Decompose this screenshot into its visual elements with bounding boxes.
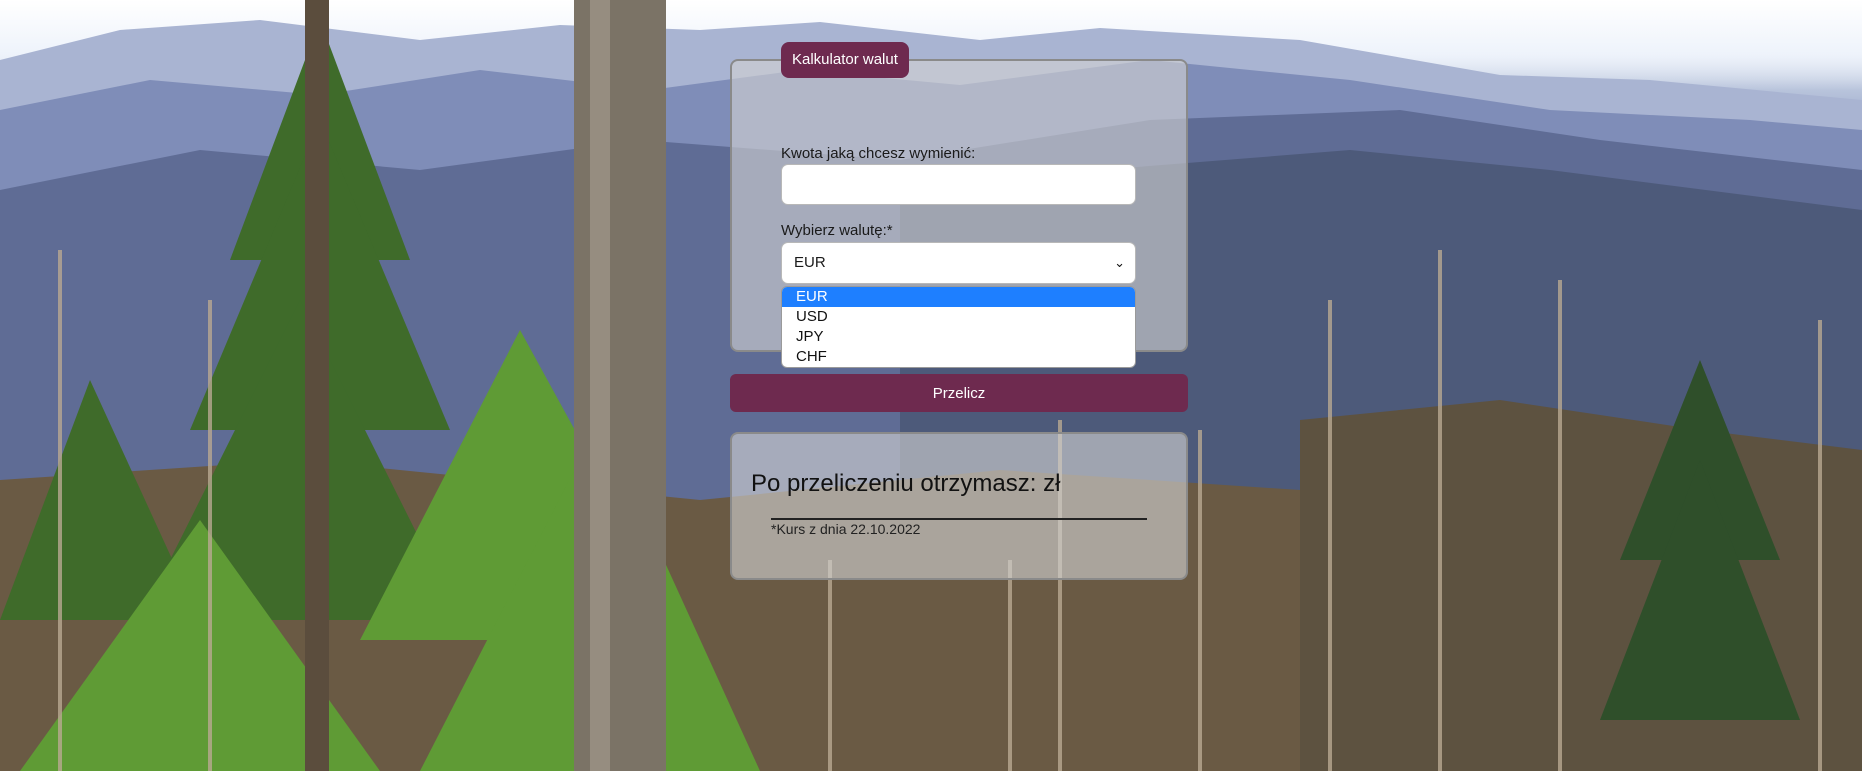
amount-input[interactable] — [781, 164, 1136, 205]
rate-note: *Kurs z dnia 22.10.2022 — [771, 521, 921, 537]
currency-label: Wybierz walutę:* — [781, 222, 893, 239]
currency-selected-value: EUR — [794, 254, 826, 271]
currency-option-eur[interactable]: EUR — [782, 287, 1135, 307]
app-title: Kalkulator walut — [781, 42, 909, 78]
currency-option-jpy[interactable]: JPY — [782, 327, 1135, 347]
result-panel — [730, 432, 1188, 580]
result-text: Po przeliczeniu otrzymasz: zł — [751, 470, 1061, 497]
currency-select[interactable]: EUR ⌄ — [781, 242, 1136, 284]
currency-option-chf[interactable]: CHF — [782, 347, 1135, 367]
background-landscape: Kalkulator walut Kwota jaką chcesz wymie… — [0, 0, 1862, 771]
chevron-down-icon: ⌄ — [1114, 255, 1125, 270]
currency-dropdown-list: EUR USD JPY CHF — [781, 286, 1136, 368]
currency-option-usd[interactable]: USD — [782, 307, 1135, 327]
calculate-button[interactable]: Przelicz — [730, 374, 1188, 412]
result-divider — [771, 518, 1147, 520]
amount-label: Kwota jaką chcesz wymienić: — [781, 145, 976, 162]
